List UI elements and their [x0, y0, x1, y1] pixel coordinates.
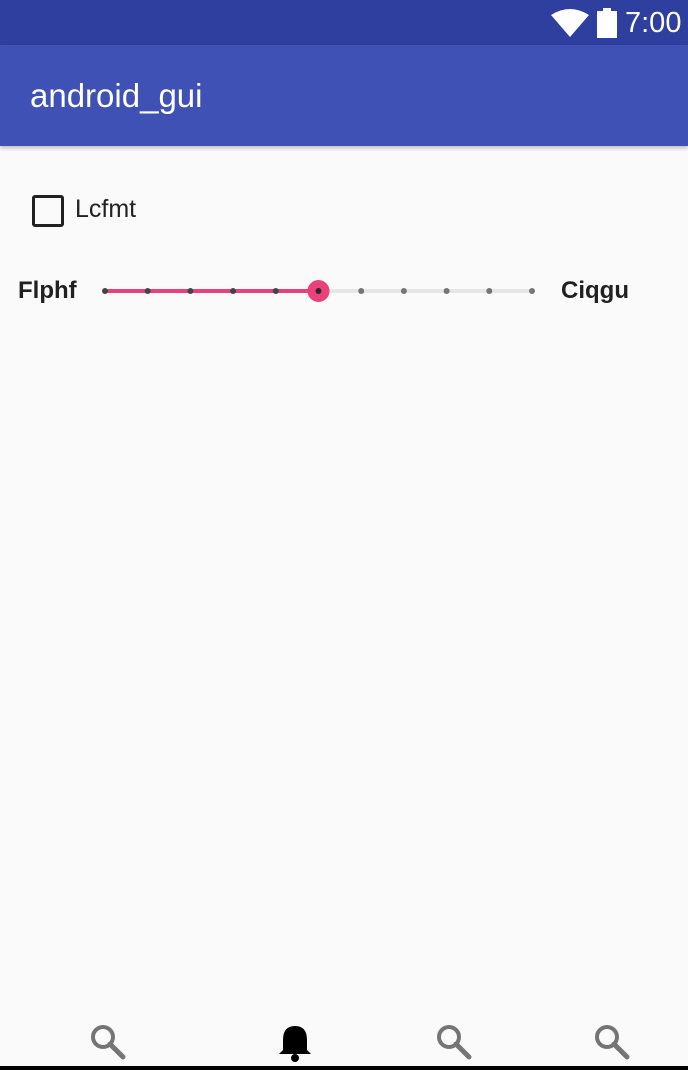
nav-search-icon-1[interactable]	[88, 1022, 128, 1062]
slider-tick	[400, 288, 407, 294]
navigation-bar-edge	[0, 1066, 688, 1070]
slider-tick	[358, 288, 365, 294]
app-bar: android_gui	[0, 45, 688, 146]
status-time: 7:00	[625, 7, 682, 39]
battery-icon	[597, 8, 617, 38]
nav-search-icon-3[interactable]	[592, 1022, 632, 1062]
slider-tick	[443, 288, 450, 294]
wifi-icon	[551, 9, 589, 37]
slider-left-label: Flphf	[18, 277, 77, 304]
slider-tick	[230, 288, 237, 294]
lcfmt-checkbox[interactable]: Lcfmt	[20, 182, 180, 238]
seek-bar[interactable]	[95, 276, 545, 306]
bottom-nav	[0, 1016, 688, 1066]
status-bar: 7:00	[0, 0, 688, 45]
slider-tick	[486, 288, 493, 294]
slider-tick	[529, 288, 535, 294]
checkbox-label: Lcfmt	[75, 195, 137, 223]
slider-right-label: Ciqgu	[561, 277, 629, 304]
nav-bell-icon[interactable]	[275, 1022, 315, 1062]
slider-tick	[102, 288, 108, 294]
slider-tick	[144, 288, 151, 294]
nav-search-icon-2[interactable]	[434, 1022, 474, 1062]
checkbox-box[interactable]	[32, 195, 64, 227]
slider-tick	[187, 288, 194, 294]
app-title: android_gui	[30, 77, 203, 114]
slider-thumb-dot	[315, 288, 322, 294]
slider-tick	[272, 288, 279, 294]
